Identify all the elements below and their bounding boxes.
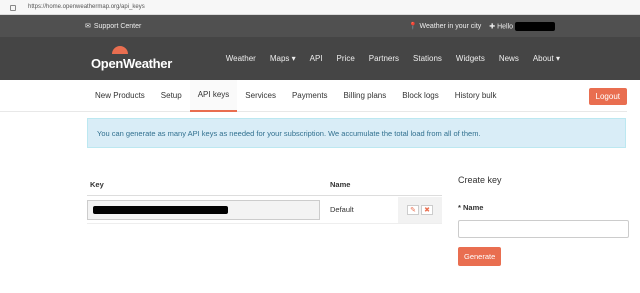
api-key-field[interactable] [87, 199, 320, 220]
name-label: * Name [458, 203, 484, 212]
nav-weather[interactable]: Weather [226, 54, 256, 63]
tab-setup[interactable]: Setup [153, 80, 190, 112]
col-key-header: Key [90, 180, 104, 189]
key-name: Default [330, 205, 354, 214]
tab-history-bulk[interactable]: History bulk [447, 80, 505, 112]
tab-api-keys[interactable]: API keys [189, 79, 238, 112]
nav-partners[interactable]: Partners [369, 54, 399, 63]
tab-block-logs[interactable]: Block logs [394, 80, 446, 112]
logo-text: OpenWeather [91, 56, 172, 71]
nav-price[interactable]: Price [337, 54, 355, 63]
logo[interactable]: OpenWeather [80, 46, 172, 71]
hello-label: Hello [497, 22, 514, 30]
browser-url-bar[interactable]: https://home.openweathermap.org/api_keys [0, 0, 640, 15]
info-alert: You can generate as many API keys as nee… [87, 118, 626, 148]
redacted-api-key [93, 205, 228, 214]
tab-payments[interactable]: Payments [284, 80, 336, 112]
nav-news[interactable]: News [499, 54, 519, 63]
weather-city-link[interactable]: 📍 Weather in your city [409, 22, 481, 30]
support-label: Support Center [93, 22, 142, 30]
user-menu[interactable]: ✚ Hello [489, 21, 555, 31]
create-key-panel: Create key * Name Generate [458, 172, 629, 266]
account-subnav: New Products Setup API keys Services Pay… [0, 79, 627, 112]
nav-about[interactable]: About ▾ [533, 54, 560, 63]
key-name-input[interactable] [458, 219, 629, 238]
main-navbar: OpenWeather Weather Maps ▾ API Price Par… [0, 37, 640, 80]
edit-icon[interactable]: ✎ [407, 204, 419, 215]
nav-maps[interactable]: Maps ▾ [270, 54, 296, 63]
nav-widgets[interactable]: Widgets [456, 54, 485, 63]
weather-city-label: Weather in your city [419, 23, 482, 30]
delete-icon[interactable]: ✖ [421, 204, 433, 215]
generate-button[interactable]: Generate [458, 246, 502, 266]
top-bar: ✉ Support Center 📍 Weather in your city … [0, 15, 640, 37]
tab-billing-plans[interactable]: Billing plans [336, 80, 395, 112]
table-row: Default ✎ ✖ [87, 196, 442, 224]
sun-icon [112, 46, 128, 54]
tab-new-products[interactable]: New Products [87, 80, 153, 112]
api-keys-table: Key Name Default ✎ ✖ [87, 172, 442, 266]
redacted-username [515, 21, 555, 31]
envelope-icon: ✉ [85, 23, 91, 30]
url-text[interactable]: https://home.openweathermap.org/api_keys [28, 4, 145, 10]
col-name-header: Name [330, 180, 351, 189]
tab-services[interactable]: Services [237, 80, 284, 112]
nav-api[interactable]: API [310, 54, 323, 63]
lock-icon [10, 5, 16, 11]
nav-stations[interactable]: Stations [413, 54, 442, 63]
support-link[interactable]: ✉ Support Center [85, 22, 142, 31]
logout-button[interactable]: Logout [588, 88, 627, 105]
create-key-title: Create key [458, 175, 502, 185]
